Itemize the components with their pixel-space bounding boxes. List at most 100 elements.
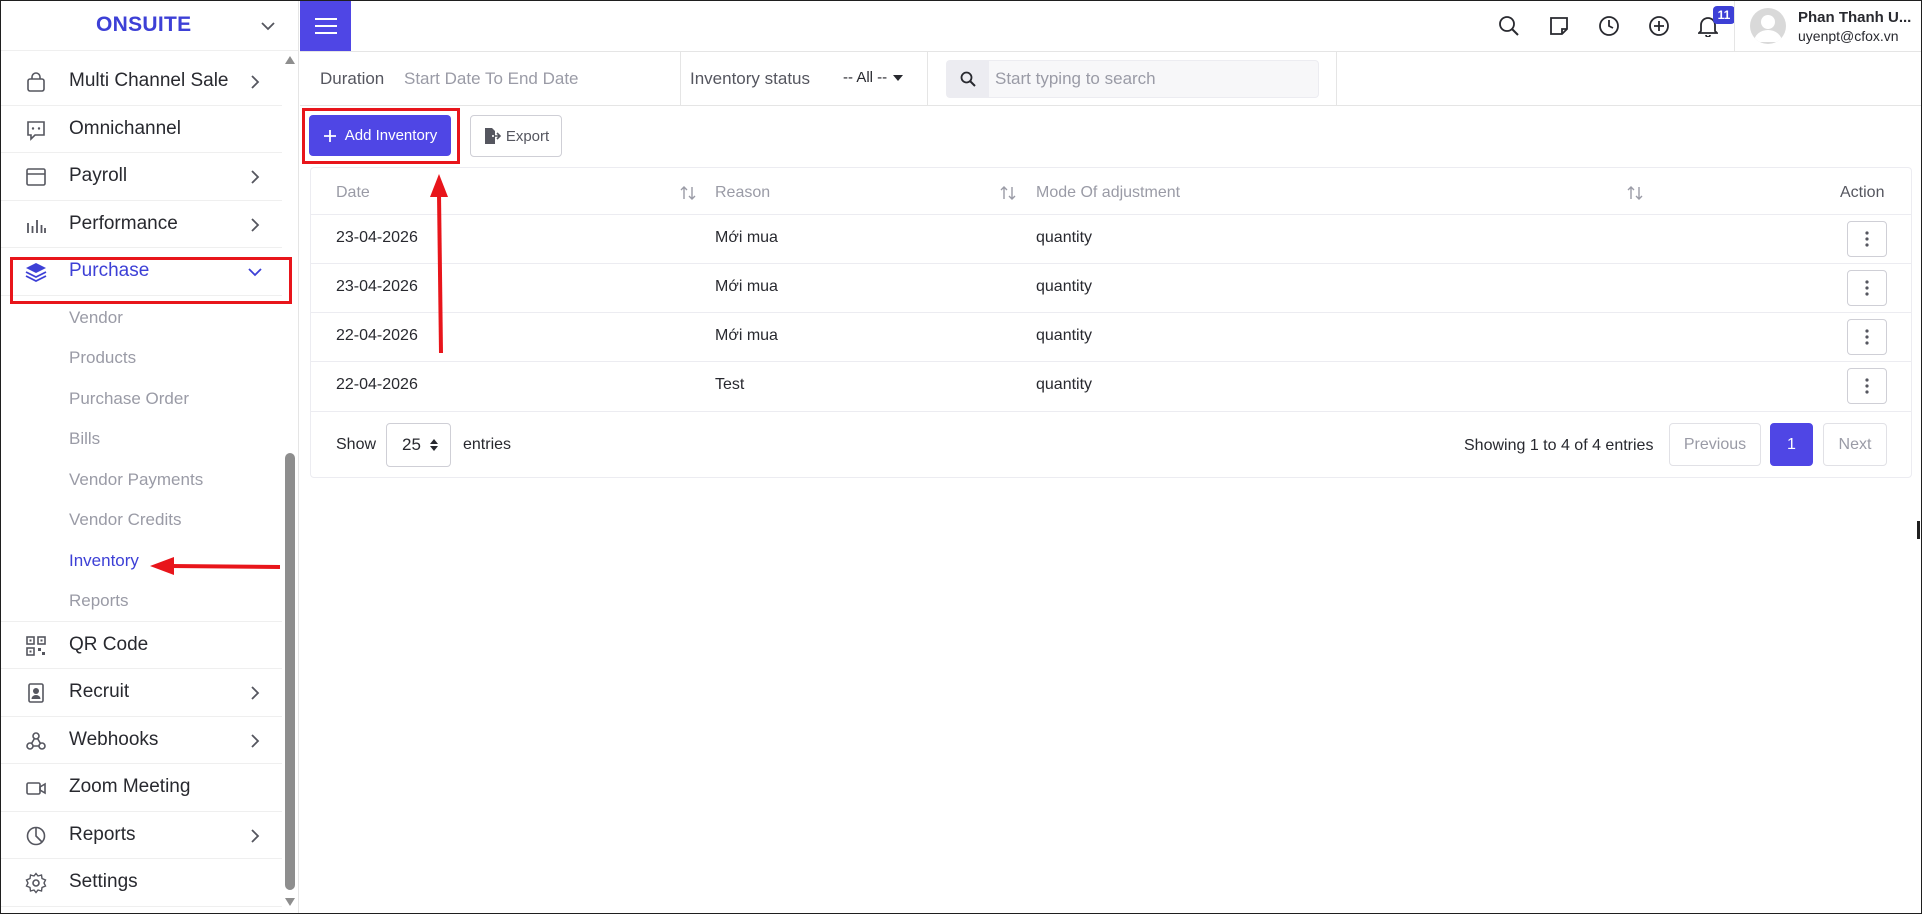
page-button-1[interactable]: 1 (1770, 423, 1813, 466)
add-inventory-button[interactable]: Add Inventory (309, 115, 451, 156)
layers-icon (24, 260, 48, 284)
sidebar-item-label: Webhooks (69, 728, 159, 750)
sidebar-item-multi-channel-sale[interactable]: Multi Channel Sale (0, 58, 282, 106)
search-icon (947, 61, 989, 97)
inventory-status-select[interactable]: -- All -- (843, 69, 904, 86)
sidebar: ONSUITE Multi Channel Sale Omnichannel P… (0, 0, 299, 914)
sidebar-subitem-vendor[interactable]: Vendor (0, 298, 282, 339)
caret-down-icon (893, 74, 904, 81)
row-action-button[interactable] (1847, 270, 1887, 306)
previous-page-button[interactable]: Previous (1669, 423, 1761, 466)
table-row[interactable]: 23-04-2026 Mới mua quantity (311, 214, 1911, 263)
webhook-icon (24, 729, 48, 753)
sidebar-subitem-vendor-payments[interactable]: Vendor Payments (0, 460, 282, 501)
brand-header[interactable]: ONSUITE (0, 0, 298, 51)
table-row[interactable]: 22-04-2026 Mới mua quantity (311, 312, 1911, 361)
export-label: Export (505, 127, 550, 145)
cell-mode: quantity (1036, 229, 1093, 246)
video-camera-icon (24, 776, 48, 800)
notification-badge: 11 (1713, 6, 1735, 24)
divider (1734, 0, 1735, 51)
sidebar-item-qr-code[interactable]: QR Code (0, 622, 282, 669)
gear-icon (24, 871, 48, 895)
sidebar-item-label: Reports (69, 823, 136, 845)
sidebar-subitem-purchase-order[interactable]: Purchase Order (0, 379, 282, 420)
clock-icon[interactable] (1597, 14, 1621, 38)
chevron-down-icon[interactable] (259, 17, 277, 35)
sidebar-item-zoom-meeting[interactable]: Zoom Meeting (0, 764, 282, 812)
row-action-button[interactable] (1847, 221, 1887, 257)
cell-reason: Mới mua (715, 278, 778, 295)
search-box[interactable] (946, 60, 1319, 98)
plus-icon (323, 129, 336, 142)
cell-date: 23-04-2026 (336, 229, 418, 246)
scrollbar-thumb[interactable] (285, 453, 295, 890)
sort-icon[interactable] (1626, 185, 1644, 201)
add-circle-icon[interactable] (1647, 14, 1671, 38)
cell-reason: Mới mua (715, 327, 778, 344)
row-action-button[interactable] (1847, 368, 1887, 404)
sidebar-item-settings[interactable]: Settings (0, 859, 282, 907)
chevron-right-icon (251, 733, 260, 748)
scroll-up-arrow-icon[interactable] (285, 56, 295, 64)
cell-mode: quantity (1036, 278, 1093, 295)
sidebar-item-label: Omnichannel (69, 117, 181, 139)
sidebar-subitem-reports[interactable]: Reports (0, 581, 282, 622)
shopping-bag-icon (24, 70, 48, 94)
edge-marker (1917, 521, 1920, 539)
sidebar-item-performance[interactable]: Performance (0, 201, 282, 248)
table-row[interactable]: 22-04-2026 Test quantity (311, 361, 1911, 410)
page-size-select[interactable]: 25 (386, 423, 451, 467)
updown-arrows-icon (430, 439, 438, 451)
sidebar-item-label: QR Code (69, 633, 149, 655)
column-header-mode[interactable]: Mode Of adjustment (1036, 184, 1180, 202)
sort-icon[interactable] (999, 185, 1017, 201)
sidebar-item-label: Performance (69, 212, 178, 234)
sort-icon[interactable] (679, 185, 697, 201)
sidebar-subitem-products[interactable]: Products (0, 338, 282, 379)
more-vertical-icon (1865, 378, 1869, 394)
table-row[interactable]: 23-04-2026 Mới mua quantity (311, 263, 1911, 312)
sidebar-item-label: Recruit (69, 681, 130, 703)
sidebar-subitem-vendor-credits[interactable]: Vendor Credits (0, 500, 282, 541)
sidebar-item-label: Zoom Meeting (69, 776, 191, 798)
scroll-down-arrow-icon[interactable] (285, 898, 295, 906)
menu-toggle-button[interactable] (300, 1, 351, 51)
row-action-button[interactable] (1847, 319, 1887, 355)
avatar[interactable] (1750, 8, 1786, 44)
column-header-reason[interactable]: Reason (715, 184, 770, 202)
next-page-button[interactable]: Next (1823, 423, 1887, 466)
export-button[interactable]: Export (470, 115, 562, 157)
date-range-picker[interactable]: Start Date To End Date (404, 69, 579, 89)
sidebar-item-omnichannel[interactable]: Omnichannel (0, 106, 282, 153)
sidebar-item-webhooks[interactable]: Webhooks (0, 717, 282, 764)
add-inventory-label: Add Inventory (344, 127, 438, 144)
sticky-note-icon[interactable] (1547, 14, 1571, 38)
sidebar-item-reports[interactable]: Reports (0, 812, 282, 859)
sidebar-item-purchase[interactable]: Purchase (0, 248, 282, 296)
more-vertical-icon (1865, 329, 1869, 345)
user-email: uyenpt@cfox.vn (1798, 28, 1899, 44)
sidebar-item-label: Multi Channel Sale (69, 70, 229, 92)
user-name[interactable]: Phan Thanh U... (1798, 9, 1911, 26)
sidebar-item-label: Purchase (69, 260, 150, 282)
sidebar-scrollbar[interactable] (284, 52, 296, 908)
inventory-status-value: -- All -- (843, 69, 888, 86)
entries-label: entries (463, 436, 512, 453)
chevron-down-icon (248, 268, 262, 277)
cell-date: 22-04-2026 (336, 327, 418, 344)
sidebar-subitem-inventory[interactable]: Inventory (0, 541, 282, 582)
search-input[interactable] (995, 69, 1305, 89)
sidebar-subitem-bills[interactable]: Bills (0, 419, 282, 460)
cell-date: 23-04-2026 (336, 278, 418, 295)
pie-chart-icon (24, 824, 48, 848)
search-icon[interactable] (1497, 14, 1521, 38)
show-label: Show (336, 436, 377, 453)
chevron-right-icon (251, 217, 260, 232)
divider (1336, 52, 1337, 105)
sidebar-item-recruit[interactable]: Recruit (0, 669, 282, 717)
chevron-right-icon (251, 170, 260, 184)
sidebar-item-payroll[interactable]: Payroll (0, 153, 282, 201)
column-header-date[interactable]: Date (336, 184, 370, 202)
inventory-table-card: Date Reason Mode Of adjustment Action 23… (310, 167, 1912, 478)
